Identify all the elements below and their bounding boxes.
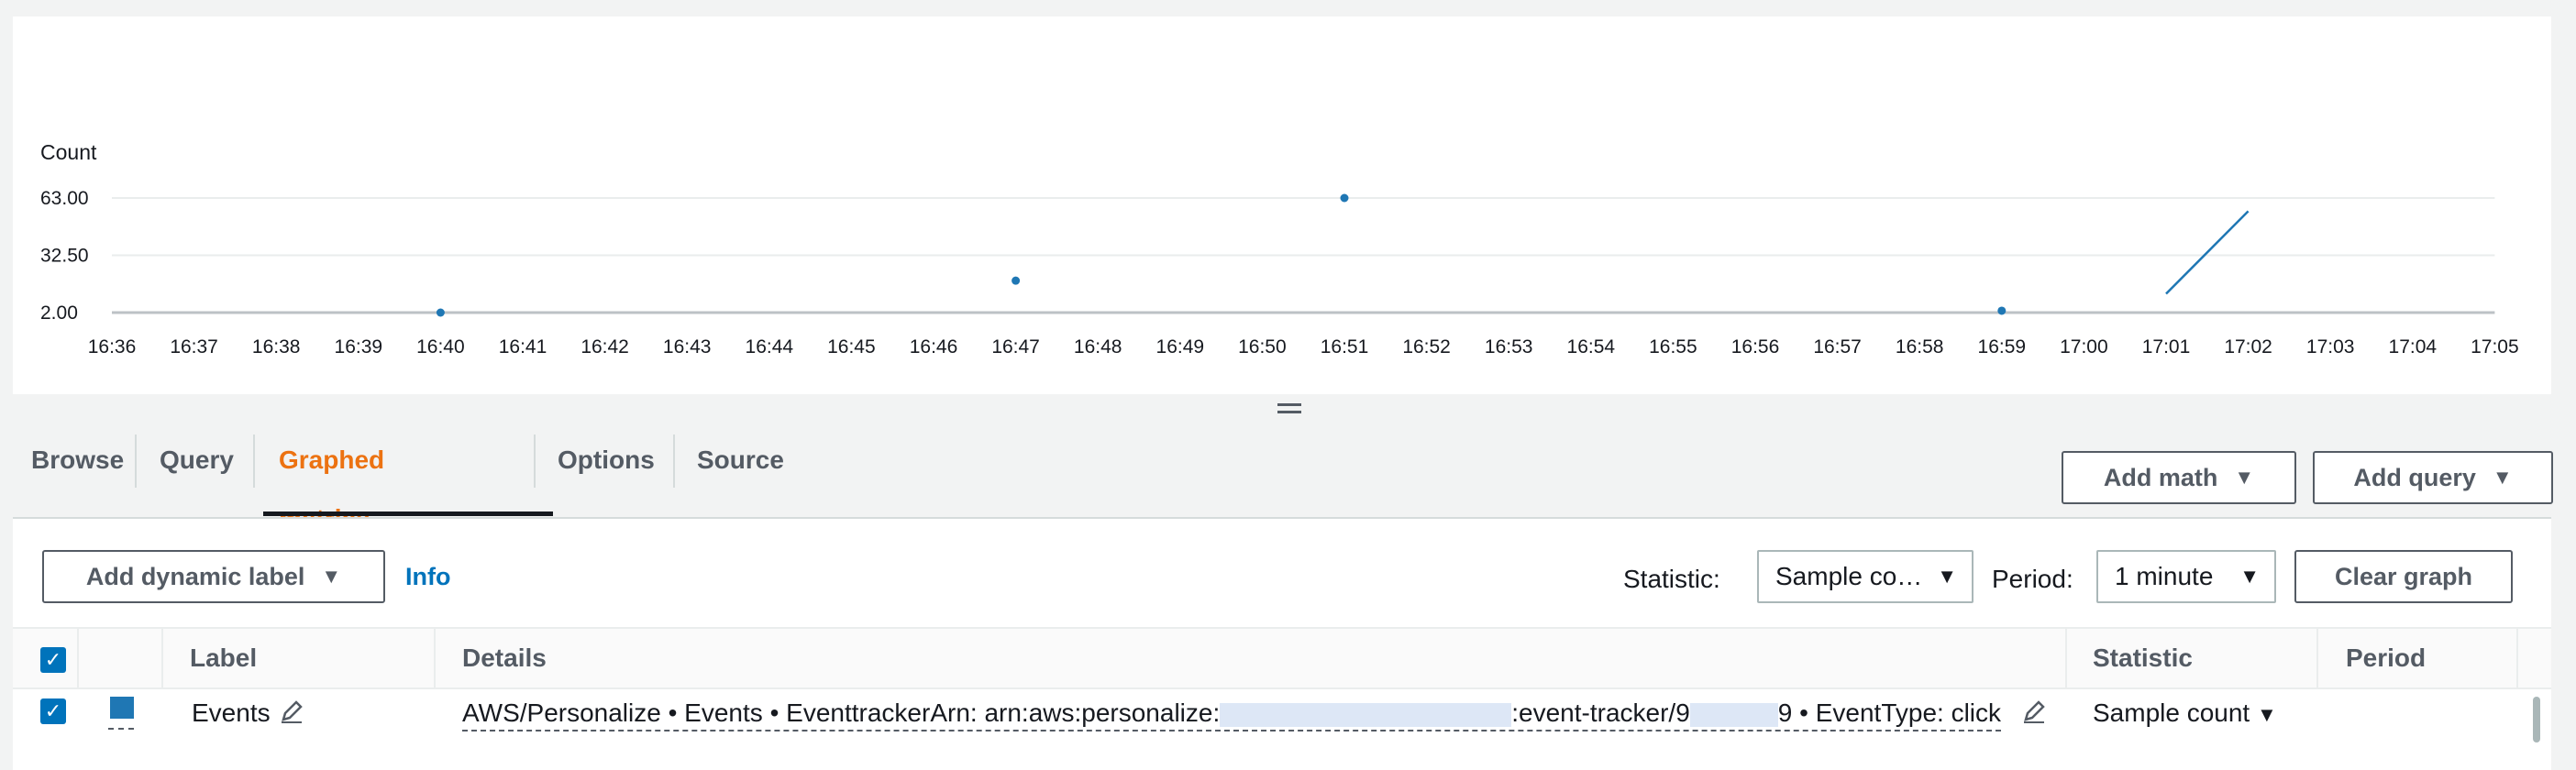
data-point[interactable] <box>1012 276 1021 285</box>
panel-resize-handle[interactable] <box>1277 403 1301 420</box>
data-point[interactable] <box>1340 193 1349 203</box>
row-details[interactable]: AWS/Personalize • Events • EventtrackerA… <box>462 698 2002 732</box>
x-tick-label: 17:05 <box>2471 336 2519 358</box>
x-tick-label: 16:42 <box>580 336 629 358</box>
x-tick-label: 17:02 <box>2224 336 2272 358</box>
column-header-label[interactable]: Label <box>190 629 257 688</box>
details-prefix: AWS/Personalize • Events • EventtrackerA… <box>462 698 1221 727</box>
details-suffix: 9 • EventType: click <box>1777 698 2002 727</box>
x-tick-label: 16:39 <box>335 336 383 358</box>
add-dynamic-label-button[interactable]: Add dynamic label ▼ <box>42 550 385 603</box>
select-all-checkbox[interactable]: ✓ <box>40 647 66 673</box>
x-tick-label: 16:59 <box>1978 336 2027 358</box>
add-dynamic-label-text: Add dynamic label <box>85 562 305 590</box>
y-tick-label: 63.00 <box>40 188 89 209</box>
x-tick-label: 16:53 <box>1485 336 1533 358</box>
tab-query[interactable]: Query <box>160 431 234 515</box>
x-tick-label: 16:37 <box>170 336 218 358</box>
caret-down-icon: ▼ <box>2257 703 2277 726</box>
y-tick-label: 32.50 <box>40 246 89 267</box>
x-tick-label: 16:47 <box>991 336 1040 358</box>
x-tick-label: 16:44 <box>746 336 794 358</box>
table-row: ✓ Events AWS/Personalize • Events • Even… <box>13 688 2551 761</box>
clear-graph-button[interactable]: Clear graph <box>2294 550 2513 603</box>
info-link[interactable]: Info <box>405 563 450 591</box>
table-scrollbar[interactable] <box>2533 697 2540 742</box>
x-tick-label: 16:45 <box>827 336 876 358</box>
add-math-button[interactable]: Add math ▼ <box>2062 451 2296 504</box>
row-checkbox[interactable]: ✓ <box>40 698 66 724</box>
x-tick-label: 16:46 <box>910 336 958 358</box>
x-tick-label: 16:54 <box>1567 336 1616 358</box>
caret-down-icon: ▼ <box>2234 466 2255 489</box>
y-tick-label: 2.00 <box>40 302 78 324</box>
row-label[interactable]: Events <box>192 698 271 728</box>
x-tick-label: 16:50 <box>1238 336 1287 358</box>
x-tick-label: 17:01 <box>2142 336 2191 358</box>
column-header-details[interactable]: Details <box>462 629 547 688</box>
x-tick-label: 16:58 <box>1896 336 1944 358</box>
series-color-swatch[interactable] <box>110 697 134 719</box>
column-header-period[interactable]: Period <box>2346 629 2426 688</box>
tab-source[interactable]: Source <box>697 431 784 515</box>
redacted-tracker-id <box>1689 702 1778 727</box>
row-statistic-value: Sample count <box>2093 698 2250 727</box>
period-select-value: 1 minute <box>2115 562 2214 590</box>
statistic-select[interactable]: Sample co… ▼ <box>1757 550 1973 603</box>
x-tick-label: 16:49 <box>1156 336 1205 358</box>
data-point[interactable] <box>436 308 445 317</box>
edit-label-pencil-icon[interactable] <box>279 698 304 724</box>
add-query-label: Add query <box>2353 463 2476 491</box>
x-tick-label: 16:38 <box>252 336 301 358</box>
y-axis-unit: Count <box>40 140 97 164</box>
caret-down-icon: ▼ <box>1937 565 1957 588</box>
add-query-button[interactable]: Add query ▼ <box>2313 451 2553 504</box>
graphed-metrics-panel: Add dynamic label ▼ Info Statistic: Samp… <box>13 517 2551 770</box>
data-point[interactable] <box>1997 306 2007 315</box>
x-tick-label: 16:55 <box>1649 336 1697 358</box>
x-tick-label: 16:48 <box>1074 336 1122 358</box>
tab-browse[interactable]: Browse <box>31 431 124 515</box>
x-tick-label: 17:04 <box>2389 336 2438 358</box>
row-statistic-select[interactable]: Sample count ▼ <box>2093 698 2277 728</box>
x-tick-label: 17:03 <box>2306 336 2355 358</box>
period-select[interactable]: 1 minute ▼ <box>2096 550 2276 603</box>
statistic-label: Statistic: <box>1623 565 1720 593</box>
x-tick-label: 16:57 <box>1813 336 1862 358</box>
tab-graphed-metrics[interactable]: Graphed metrics (1) <box>279 431 384 591</box>
x-tick-label: 17:00 <box>2060 336 2108 358</box>
x-tick-label: 16:41 <box>499 336 547 358</box>
metrics-table-header: ✓ Label Details Statistic Period <box>13 627 2551 689</box>
caret-down-icon: ▼ <box>321 565 342 588</box>
x-tick-label: 16:56 <box>1731 336 1780 358</box>
x-tick-label: 16:43 <box>663 336 712 358</box>
x-tick-label: 16:40 <box>416 336 465 358</box>
column-header-statistic[interactable]: Statistic <box>2093 629 2193 688</box>
line-chart: Count 63.00 32.50 2.00 16:36 16:37 16:38 16:3… <box>40 140 2519 358</box>
x-tick-label: 16:36 <box>88 336 137 358</box>
clear-graph-label: Clear graph <box>2334 562 2473 590</box>
period-label: Period: <box>1992 565 2073 593</box>
series-line-segment[interactable] <box>2165 210 2250 295</box>
add-math-label: Add math <box>2103 463 2218 491</box>
caret-down-icon: ▼ <box>2492 466 2513 489</box>
edit-details-pencil-icon[interactable] <box>2021 698 2047 724</box>
x-tick-label: 16:51 <box>1321 336 1369 358</box>
caret-down-icon: ▼ <box>2239 565 2260 588</box>
tab-options[interactable]: Options <box>558 431 655 515</box>
redacted-account-id <box>1220 702 1512 727</box>
statistic-select-value: Sample co… <box>1775 562 1923 590</box>
x-tick-label: 16:52 <box>1402 336 1451 358</box>
details-middle: :event-tracker/9 <box>1511 698 1690 727</box>
chart-panel: Count 63.00 32.50 2.00 16:36 16:37 16:38 16:3… <box>13 16 2551 394</box>
active-tab-indicator <box>263 512 553 516</box>
